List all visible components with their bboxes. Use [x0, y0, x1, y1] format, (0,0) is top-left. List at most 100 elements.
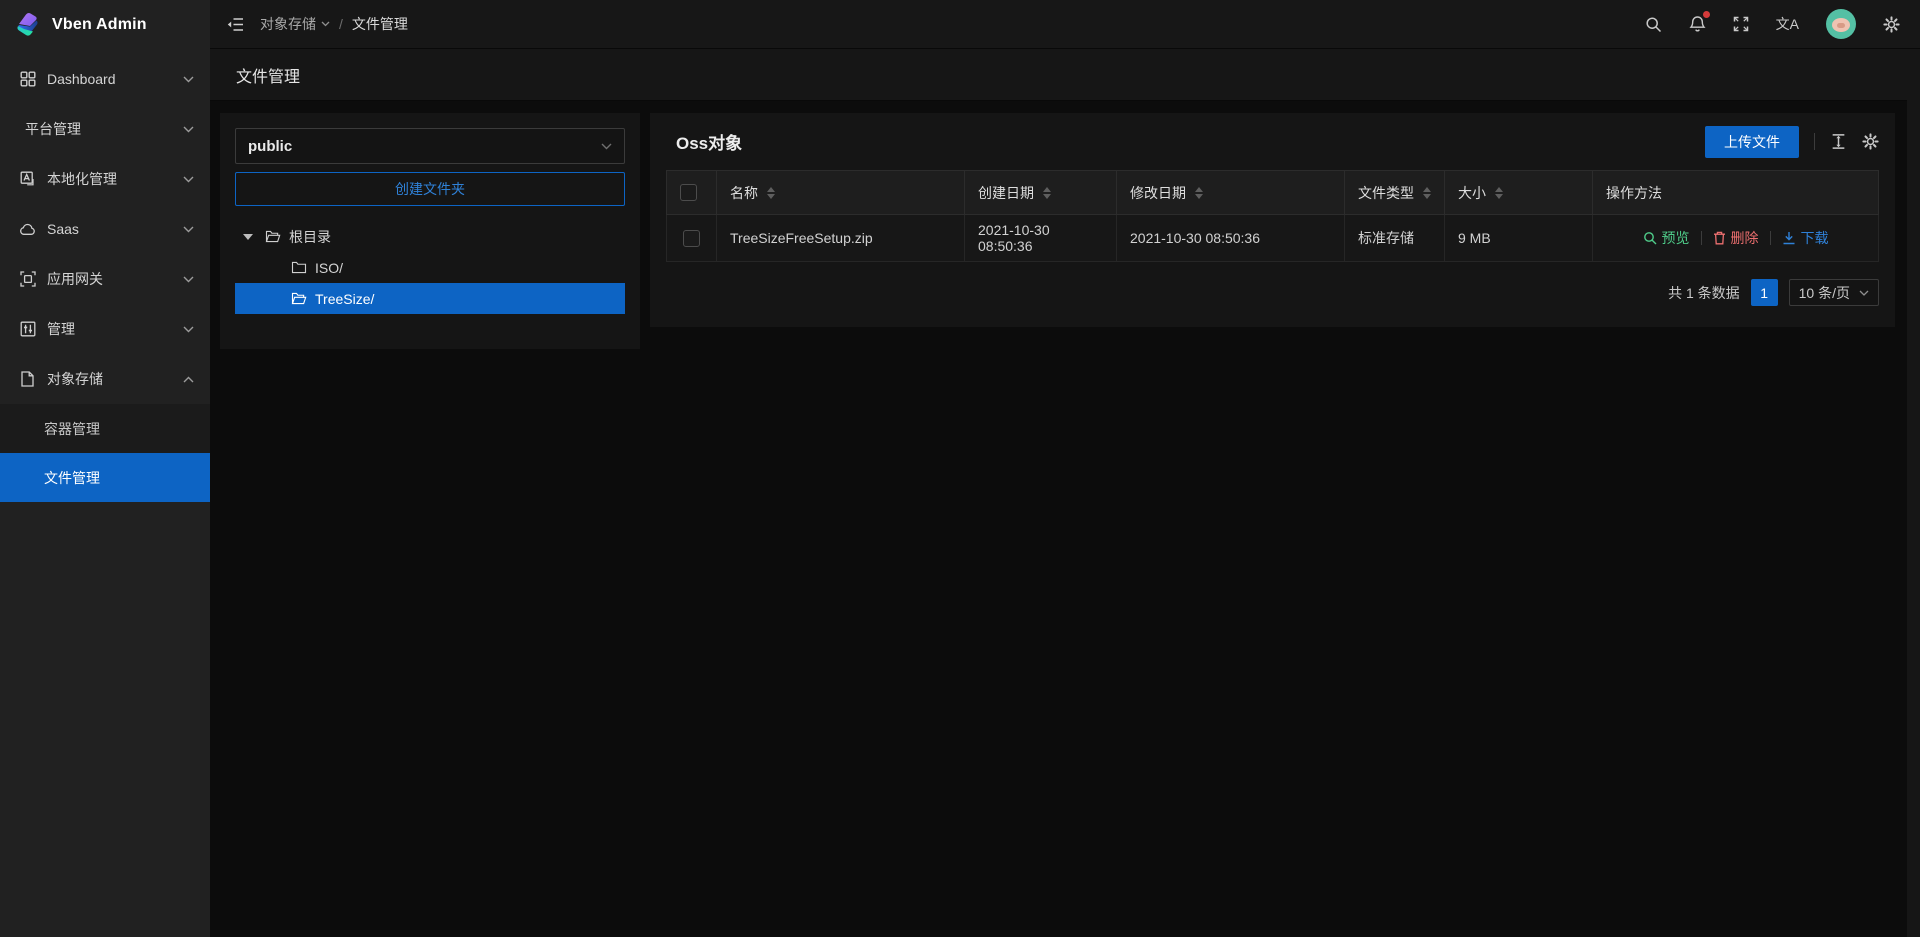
cloud-icon — [19, 221, 36, 238]
page-title: 文件管理 — [236, 63, 300, 87]
column-header-created[interactable]: 创建日期 — [965, 171, 1117, 215]
folder-icon — [291, 261, 307, 274]
sidebar-subitem-label: 容器管理 — [44, 419, 100, 439]
oss-toolbar-actions: 上传文件 — [1705, 126, 1879, 158]
translate-icon[interactable]: 文A — [1776, 14, 1799, 34]
sort-icon[interactable] — [1043, 187, 1051, 199]
avatar[interactable] — [1826, 9, 1856, 39]
oss-panel: Oss对象 上传文件 — [650, 113, 1895, 327]
gear-icon[interactable] — [1862, 133, 1879, 150]
sidebar-item-container-management[interactable]: 容器管理 — [0, 404, 210, 453]
logo[interactable]: Vben Admin — [0, 0, 210, 49]
action-divider — [1701, 231, 1702, 245]
oss-panel-title: Oss对象 — [676, 129, 742, 154]
folder-open-icon — [265, 230, 281, 243]
tree-item-label: TreeSize/ — [315, 291, 374, 307]
breadcrumb-current: 文件管理 — [352, 14, 408, 34]
bucket-select[interactable]: public — [235, 128, 625, 164]
sidebar-subitem-label: 文件管理 — [44, 468, 100, 488]
sidebar-item-saas[interactable]: Saas — [0, 204, 210, 254]
breadcrumb-parent[interactable]: 对象存储 — [260, 14, 330, 34]
sidebar-item-file-management[interactable]: 文件管理 — [0, 453, 210, 502]
download-button[interactable]: 下载 — [1782, 228, 1829, 248]
preview-button[interactable]: 预览 — [1643, 228, 1690, 248]
grid-icon — [19, 71, 36, 88]
breadcrumb: 对象存储 / 文件管理 — [260, 14, 408, 34]
object-storage-submenu: 容器管理 文件管理 — [0, 404, 210, 502]
scrollbar-track[interactable] — [1907, 49, 1920, 937]
oss-table: 名称 创建日期 修改日期 — [666, 170, 1879, 262]
tree-item-label: 根目录 — [289, 227, 331, 247]
caret-down-icon[interactable] — [243, 234, 253, 240]
app-root: Vben Admin Dashboard 平台管理 — [0, 0, 1920, 937]
bucket-panel: public 创建文件夹 — [220, 113, 640, 349]
sort-icon[interactable] — [767, 187, 775, 199]
row-checkbox[interactable] — [683, 230, 700, 247]
fullscreen-icon[interactable] — [1733, 16, 1749, 32]
cell-size: 9 MB — [1445, 215, 1593, 262]
sort-icon[interactable] — [1423, 187, 1431, 199]
chevron-down-icon — [183, 176, 194, 183]
pagination-page-1[interactable]: 1 — [1751, 279, 1778, 306]
bucket-select-value: public — [248, 138, 292, 155]
top-header: 对象存储 / 文件管理 — [210, 0, 1920, 49]
create-folder-button[interactable]: 创建文件夹 — [235, 172, 625, 206]
sidebar-item-label: Dashboard — [47, 71, 183, 87]
sidebar-menu: Dashboard 平台管理 本地 — [0, 49, 210, 502]
chevron-down-icon — [183, 226, 194, 233]
page-size-select[interactable]: 10 条/页 — [1789, 279, 1879, 306]
pagination: 共 1 条数据 1 10 条/页 — [650, 262, 1895, 327]
document-icon — [19, 371, 36, 388]
cell-created: 2021-10-30 08:50:36 — [965, 215, 1117, 262]
chevron-down-icon — [321, 21, 330, 27]
sidebar-item-dashboard[interactable]: Dashboard — [0, 54, 210, 104]
toolbar-divider — [1814, 133, 1815, 150]
chevron-down-icon — [183, 76, 194, 83]
menu-fold-icon[interactable] — [227, 17, 244, 32]
sidebar-item-management[interactable]: 管理 — [0, 304, 210, 354]
search-icon[interactable] — [1645, 16, 1662, 33]
sort-icon[interactable] — [1495, 187, 1503, 199]
vben-logo-icon — [13, 10, 43, 40]
translate-box-icon — [19, 171, 36, 188]
sidebar-item-label: 本地化管理 — [47, 169, 183, 189]
table-header-row: 名称 创建日期 修改日期 — [667, 171, 1879, 215]
app-title: Vben Admin — [52, 16, 147, 34]
content-area: public 创建文件夹 — [210, 101, 1920, 937]
chevron-down-icon — [183, 126, 194, 133]
column-header-modified[interactable]: 修改日期 — [1117, 171, 1345, 215]
cell-name: TreeSizeFreeSetup.zip — [717, 215, 965, 262]
column-header-size[interactable]: 大小 — [1445, 171, 1593, 215]
main-column: 对象存储 / 文件管理 — [210, 0, 1920, 937]
download-icon — [1782, 231, 1796, 245]
breadcrumb-separator: / — [339, 16, 343, 32]
folder-tree: 根目录 ISO/ — [235, 221, 625, 314]
tree-item-label: ISO/ — [315, 260, 343, 276]
column-header-filetype[interactable]: 文件类型 — [1345, 171, 1445, 215]
cell-filetype: 标准存储 — [1345, 215, 1445, 262]
select-all-checkbox[interactable] — [680, 184, 697, 201]
tree-item-iso[interactable]: ISO/ — [235, 252, 625, 283]
sidebar-item-gateway[interactable]: 应用网关 — [0, 254, 210, 304]
tree-item-treesize[interactable]: TreeSize/ — [235, 283, 625, 314]
sort-icon[interactable] — [1195, 187, 1203, 199]
chevron-down-icon — [183, 276, 194, 283]
header-actions: 文A — [1645, 9, 1900, 39]
magnifier-icon — [1643, 231, 1657, 245]
sliders-icon — [19, 321, 36, 338]
sidebar-item-label: 对象存储 — [47, 369, 183, 389]
tree-item-root[interactable]: 根目录 — [235, 221, 625, 252]
gear-icon[interactable] — [1883, 16, 1900, 33]
upload-file-button[interactable]: 上传文件 — [1705, 126, 1799, 158]
sidebar-item-object-storage[interactable]: 对象存储 — [0, 354, 210, 404]
sidebar-item-label: 平台管理 — [25, 119, 183, 139]
column-header-name[interactable]: 名称 — [717, 171, 965, 215]
bell-icon[interactable] — [1689, 15, 1706, 33]
notification-dot — [1703, 11, 1710, 18]
gateway-icon — [19, 271, 36, 288]
delete-button[interactable]: 删除 — [1713, 228, 1759, 248]
sidebar-item-label: Saas — [47, 221, 183, 237]
sidebar-item-platform[interactable]: 平台管理 — [0, 104, 210, 154]
row-height-icon[interactable] — [1830, 133, 1847, 150]
sidebar-item-localization[interactable]: 本地化管理 — [0, 154, 210, 204]
